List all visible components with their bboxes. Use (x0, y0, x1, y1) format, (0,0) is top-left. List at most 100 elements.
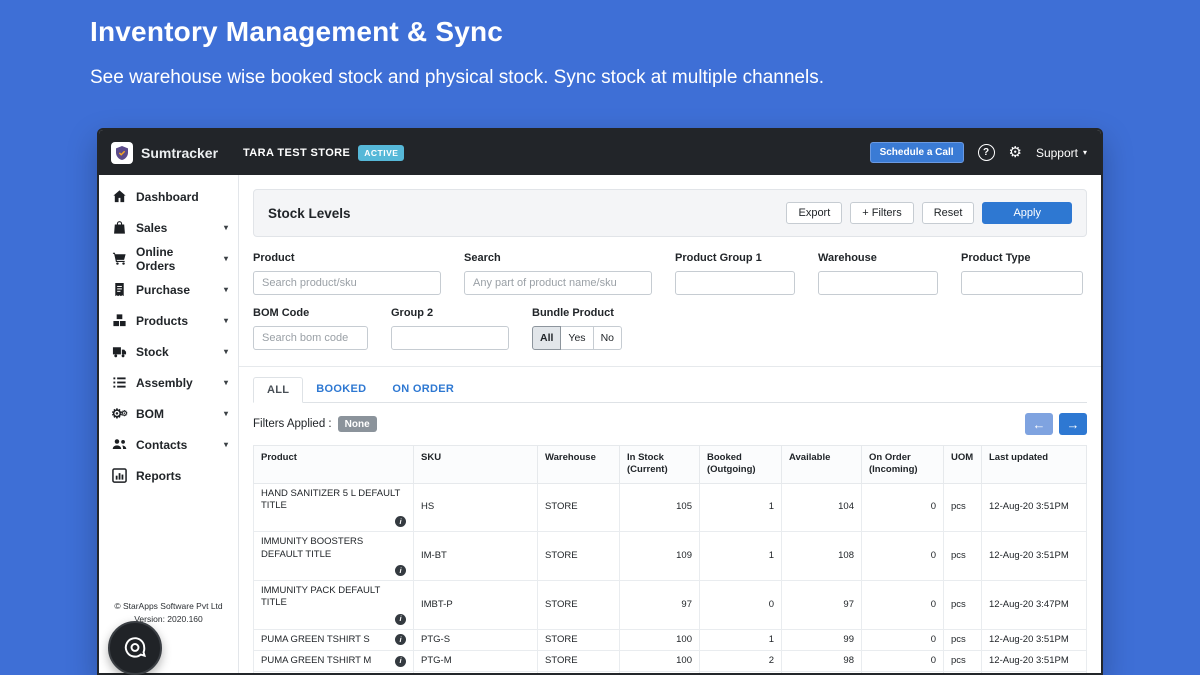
support-menu[interactable]: Support ▾ (1036, 146, 1087, 160)
product-filter-input[interactable] (253, 271, 441, 295)
filters-applied-row: Filters Applied : None ← → (239, 413, 1101, 435)
tab-on-order[interactable]: ON ORDER (379, 377, 467, 403)
column-header: SKU (414, 446, 538, 484)
table-row[interactable]: PUMA GREEN TSHIRT LiPTG-LSTORE1001990pcs… (254, 672, 1087, 673)
export-button[interactable]: Export (786, 202, 842, 224)
receipt-icon (112, 282, 127, 297)
uom-cell: pcs (944, 532, 982, 581)
filters-button[interactable]: + Filters (850, 202, 913, 224)
last-updated-cell: 12-Aug-20 3:51PM (982, 532, 1087, 581)
sidebar-item-bom[interactable]: ⚙⚙BOM▾ (99, 398, 238, 429)
sidebar-item-assembly[interactable]: Assembly▾ (99, 367, 238, 398)
sidebar-item-contacts[interactable]: Contacts ▾ (99, 429, 238, 460)
uom-cell: pcs (944, 651, 982, 672)
booked-cell: 1 (700, 672, 782, 673)
sidebar-item-products[interactable]: Products▾ (99, 305, 238, 336)
last-updated-cell: 12-Aug-20 3:47PM (982, 581, 1087, 630)
sidebar-item-label: Contacts (136, 438, 187, 452)
tab-bar: ALLBOOKEDON ORDER (253, 377, 1087, 403)
warehouse-cell: STORE (538, 483, 620, 532)
next-page-button[interactable]: → (1059, 413, 1087, 435)
bundle-option-all[interactable]: All (532, 326, 561, 350)
bundle-option-yes[interactable]: Yes (560, 326, 593, 350)
sidebar-footer: © StarApps Software Pvt Ltd Version: 202… (99, 600, 238, 627)
uom-cell: pcs (944, 483, 982, 532)
warehouse-cell: STORE (538, 532, 620, 581)
support-label: Support (1036, 146, 1078, 160)
column-header: Product (254, 446, 414, 484)
table-row[interactable]: PUMA GREEN TSHIRT SiPTG-SSTORE1001990pcs… (254, 629, 1087, 650)
product-cell: HAND SANITIZER 5 L DEFAULT TITLEi (254, 483, 414, 532)
product-group1-input[interactable] (675, 271, 795, 295)
product-cell: PUMA GREEN TSHIRT S i (254, 629, 414, 650)
store-name: TARA TEST STORE (243, 147, 350, 159)
search-filter-input[interactable] (464, 271, 652, 295)
info-icon[interactable]: i (395, 634, 406, 645)
previous-page-button[interactable]: ← (1025, 413, 1053, 435)
on_order-cell: 0 (862, 483, 944, 532)
available-cell: 99 (782, 672, 862, 673)
chat-widget-button[interactable] (108, 621, 162, 675)
bom-code-input[interactable] (253, 326, 368, 350)
tab-booked[interactable]: BOOKED (303, 377, 379, 403)
people-icon (112, 437, 127, 452)
sidebar-item-label: Purchase (136, 283, 190, 297)
table-row[interactable]: IMMUNITY PACK DEFAULT TITLEiIMBT-PSTORE9… (254, 581, 1087, 630)
home-icon (112, 189, 127, 204)
checklist-icon (112, 375, 127, 390)
sidebar-item-purchase[interactable]: Purchase▾ (99, 274, 238, 305)
sku-cell: IMBT-P (414, 581, 538, 630)
chevron-down-icon: ▾ (224, 254, 228, 263)
sku-cell: PTG-S (414, 629, 538, 650)
warehouse-filter: Warehouse (818, 252, 938, 295)
on_order-cell: 0 (862, 629, 944, 650)
info-icon[interactable]: i (395, 656, 406, 667)
chevron-down-icon: ▾ (224, 409, 228, 418)
product-name: PUMA GREEN TSHIRT S (261, 634, 370, 646)
search-filter-label: Search (464, 252, 652, 264)
product-name: IMMUNITY BOOSTERS DEFAULT TITLE (261, 536, 406, 561)
info-icon[interactable]: i (395, 516, 406, 527)
sidebar-item-dashboard[interactable]: Dashboard (99, 181, 238, 212)
bundle-product-segment: AllYesNo (532, 326, 622, 350)
info-icon[interactable]: i (395, 565, 406, 576)
product-filter: Product (253, 252, 441, 295)
booked-cell: 1 (700, 629, 782, 650)
group2-input[interactable] (391, 326, 509, 350)
product-name: IMMUNITY PACK DEFAULT TITLE (261, 585, 406, 610)
info-icon[interactable]: i (395, 614, 406, 625)
sku-cell: PTG-L (414, 672, 538, 673)
available-cell: 99 (782, 629, 862, 650)
product-type-input[interactable] (961, 271, 1083, 295)
booked-cell: 1 (700, 483, 782, 532)
booked-cell: 2 (700, 651, 782, 672)
table-row[interactable]: HAND SANITIZER 5 L DEFAULT TITLEiHSSTORE… (254, 483, 1087, 532)
table-row[interactable]: PUMA GREEN TSHIRT MiPTG-MSTORE1002980pcs… (254, 651, 1087, 672)
schedule-call-button[interactable]: Schedule a Call (870, 142, 964, 163)
last-updated-cell: 12-Aug-20 3:51PM (982, 629, 1087, 650)
warehouse-filter-input[interactable] (818, 271, 938, 295)
tab-all[interactable]: ALL (253, 377, 303, 403)
gear-icon[interactable]: ⚙ (1009, 145, 1022, 160)
sidebar-item-reports[interactable]: Reports (99, 460, 238, 491)
bundle-product-label: Bundle Product (532, 307, 622, 319)
group2-label: Group 2 (391, 307, 509, 319)
sidebar-item-online-orders[interactable]: Online Orders▾ (99, 243, 238, 274)
last-updated-cell: 12-Aug-20 3:51PM (982, 672, 1087, 673)
table-row[interactable]: IMMUNITY BOOSTERS DEFAULT TITLEiIM-BTSTO… (254, 532, 1087, 581)
product-name: PUMA GREEN TSHIRT M (261, 655, 371, 667)
apply-button[interactable]: Apply (982, 202, 1072, 224)
cart-icon (112, 251, 127, 266)
chevron-down-icon: ▾ (224, 440, 228, 449)
help-icon[interactable]: ? (978, 144, 995, 161)
in_stock-cell: 100 (620, 672, 700, 673)
sidebar-item-sales[interactable]: Sales▾ (99, 212, 238, 243)
sidebar-item-stock[interactable]: Stock▾ (99, 336, 238, 367)
sidebar-item-label: Dashboard (136, 190, 199, 204)
table-body: HAND SANITIZER 5 L DEFAULT TITLEiHSSTORE… (254, 483, 1087, 673)
reset-button[interactable]: Reset (922, 202, 975, 224)
uom-cell: pcs (944, 672, 982, 673)
bundle-product-filter: Bundle Product AllYesNo (532, 307, 622, 350)
booked-cell: 0 (700, 581, 782, 630)
bundle-option-no[interactable]: No (593, 326, 622, 350)
